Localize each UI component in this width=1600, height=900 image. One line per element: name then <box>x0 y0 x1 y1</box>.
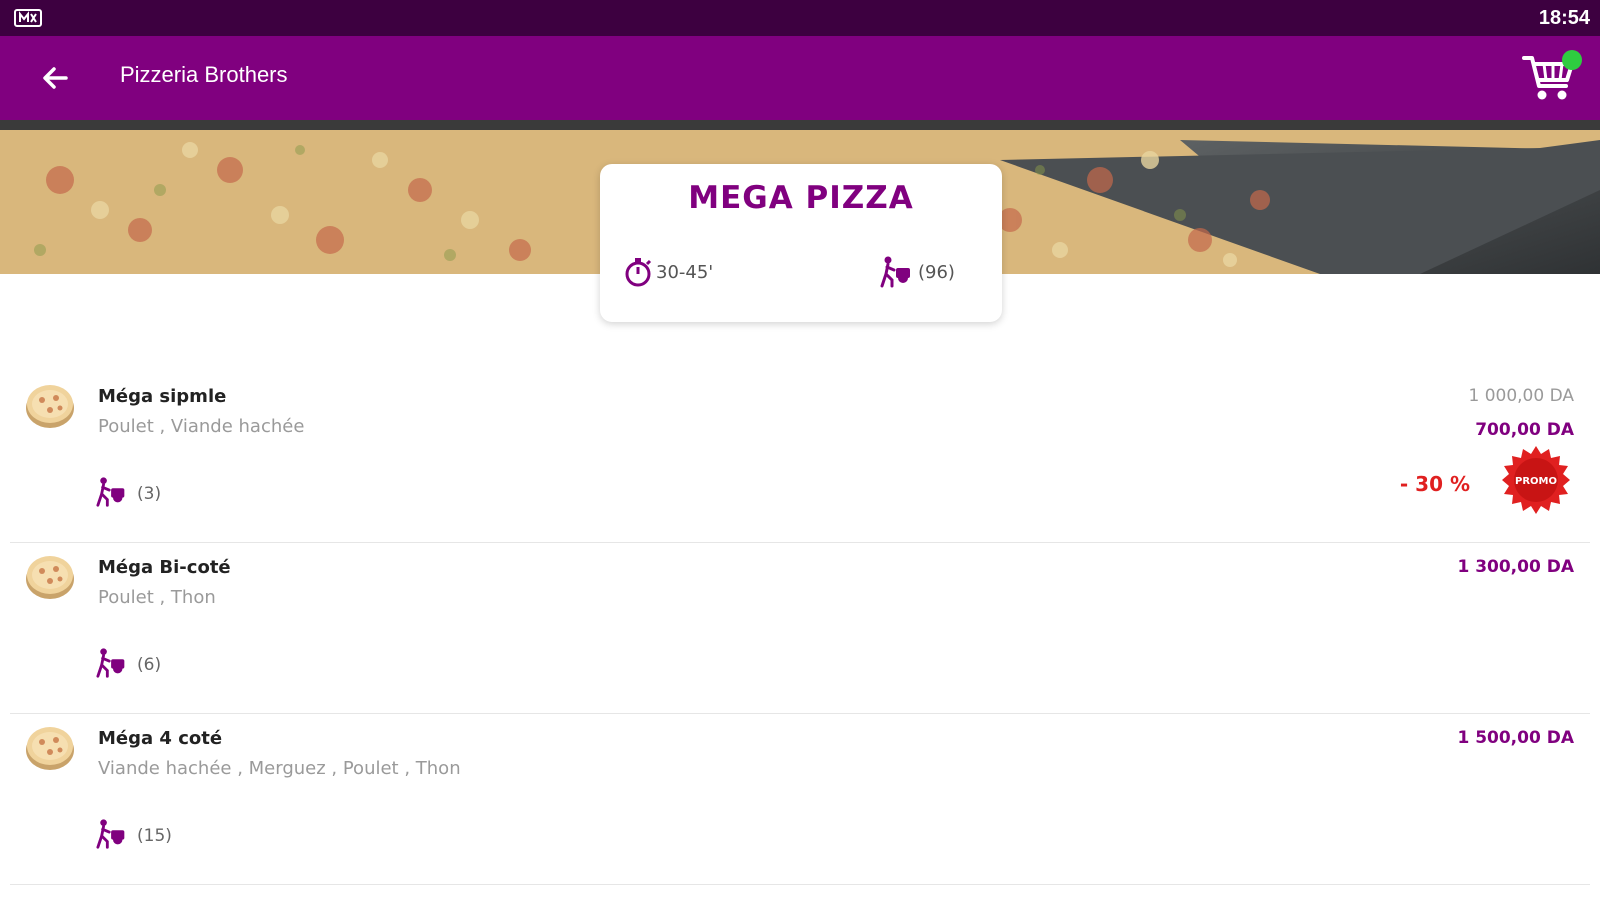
item-orders-count: (15) <box>137 826 172 846</box>
cart-badge <box>1562 50 1582 70</box>
divider <box>10 884 1590 885</box>
category-title: MEGA PIZZA <box>688 180 914 216</box>
price-current: 700,00 DA <box>1475 420 1574 440</box>
status-bar: 18:54 <box>0 0 1600 36</box>
menu-item[interactable]: Méga 4 coté Viande hachée , Merguez , Po… <box>0 714 1600 885</box>
delivery-person-icon <box>880 256 910 288</box>
pizza-icon <box>26 385 74 428</box>
item-name: Méga sipmle <box>98 386 227 407</box>
item-orders-count: (3) <box>137 484 162 504</box>
delivery-person-icon <box>96 477 125 507</box>
promo-badge-label: PROMO <box>1515 476 1557 487</box>
orders-count: (96) <box>918 262 955 283</box>
delivery-time: 30-45' <box>656 262 714 283</box>
cart-button[interactable] <box>1522 50 1582 104</box>
pizza-icon <box>26 727 74 770</box>
category-info-card: MEGA PIZZA 30-45' (96) <box>600 164 1002 322</box>
timer-icon <box>625 258 652 287</box>
pizza-icon <box>26 556 74 599</box>
item-ingredients: Poulet , Thon <box>98 587 216 608</box>
status-time: 18:54 <box>1538 7 1590 29</box>
item-name: Méga Bi-coté <box>98 557 231 578</box>
promo-badge-icon: PROMO <box>1502 446 1570 514</box>
notification-icon <box>14 9 42 27</box>
app-title: Pizzeria Brothers <box>120 62 288 87</box>
item-ingredients: Viande hachée , Merguez , Poulet , Thon <box>98 758 461 779</box>
menu-item[interactable]: Méga Bi-coté Poulet , Thon (6) 1 300,00 … <box>0 543 1600 714</box>
price-current: 1 500,00 DA <box>1457 728 1574 748</box>
delivery-person-icon <box>96 648 125 678</box>
item-name: Méga 4 coté <box>98 728 223 749</box>
arrow-back-icon <box>43 67 68 89</box>
app-bar: Pizzeria Brothers <box>0 36 1600 120</box>
price-old: 1 000,00 DA <box>1468 386 1574 406</box>
delivery-person-icon <box>96 819 125 849</box>
item-ingredients: Poulet , Viande hachée <box>98 416 305 437</box>
price-current: 1 300,00 DA <box>1457 557 1574 577</box>
back-button[interactable] <box>34 56 78 100</box>
menu-item[interactable]: Méga sipmle Poulet , Viande hachée (3) 1… <box>0 372 1600 543</box>
item-orders-count: (6) <box>137 655 162 675</box>
discount-label: - 30 % <box>1399 472 1470 496</box>
